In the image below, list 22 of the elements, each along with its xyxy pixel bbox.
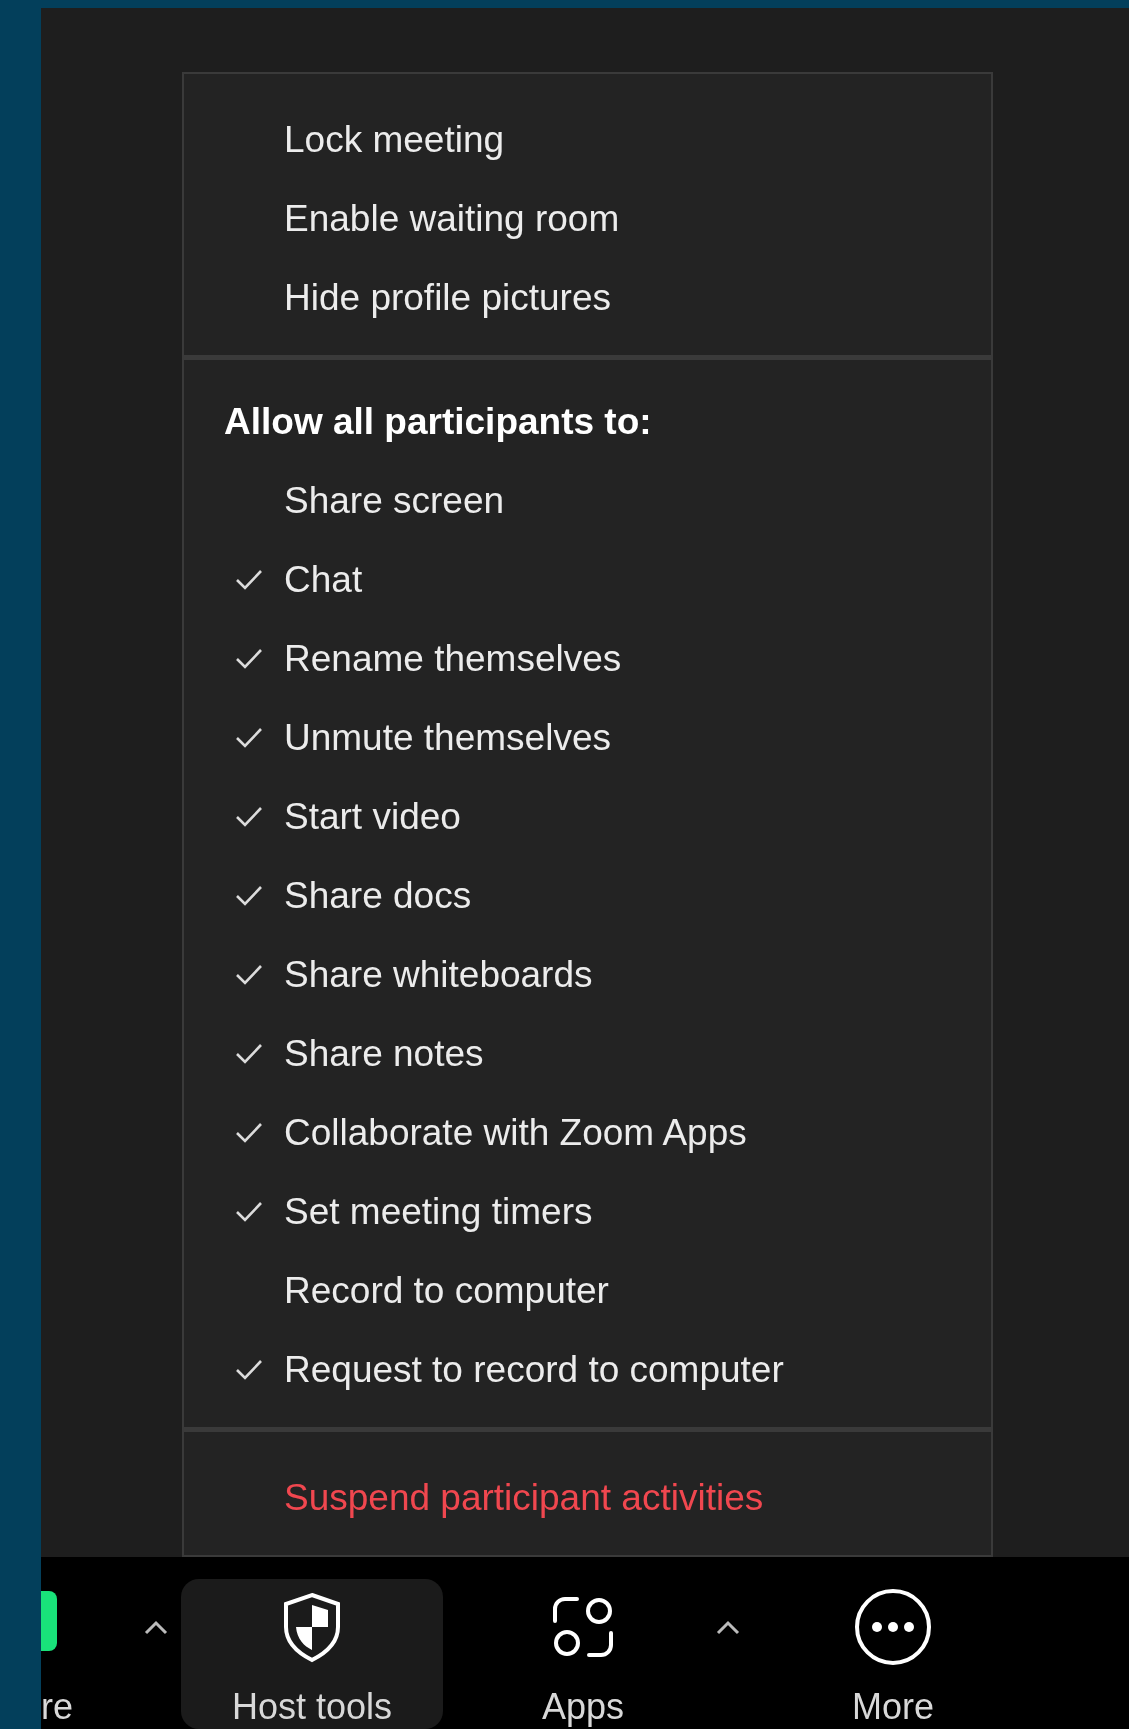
menu-item[interactable]: Enable waiting room bbox=[284, 197, 620, 240]
menu-item[interactable]: Share docs bbox=[284, 874, 472, 917]
menu-item[interactable]: Set meeting timers bbox=[284, 1190, 593, 1233]
menu-item[interactable]: Collaborate with Zoom Apps bbox=[284, 1111, 747, 1154]
more-button[interactable]: More bbox=[793, 1557, 993, 1729]
host-tools-button[interactable]: Host tools bbox=[181, 1579, 443, 1729]
menu-item[interactable]: Rename themselves bbox=[284, 637, 622, 680]
menu-item[interactable]: Unmute themselves bbox=[284, 716, 611, 759]
more-icon bbox=[853, 1587, 933, 1667]
menu-item[interactable]: Share whiteboards bbox=[284, 953, 593, 996]
menu-item[interactable]: Request to record to computer bbox=[284, 1348, 784, 1391]
menu-item[interactable]: Share notes bbox=[284, 1032, 484, 1075]
menu-item[interactable]: Lock meeting bbox=[284, 118, 505, 161]
menu-item[interactable]: Suspend participant activities bbox=[284, 1476, 764, 1519]
menu-item[interactable]: Start video bbox=[284, 795, 461, 838]
toolbar-button[interactable]: re bbox=[41, 1557, 131, 1729]
menu-item[interactable]: Share screen bbox=[284, 479, 505, 522]
menu-item[interactable]: Hide profile pictures bbox=[284, 276, 611, 319]
menu-item[interactable]: Record to computer bbox=[284, 1269, 609, 1312]
section-heading: Allow all participants to: bbox=[223, 400, 653, 444]
menu-item[interactable]: Chat bbox=[284, 558, 363, 601]
apps-button[interactable]: Apps bbox=[463, 1557, 703, 1729]
